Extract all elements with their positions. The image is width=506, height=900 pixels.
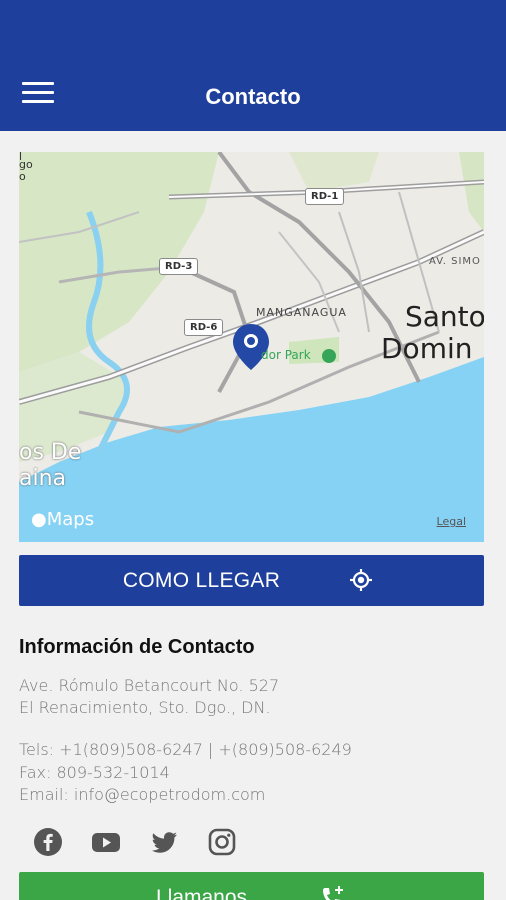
map-label: os De	[19, 440, 82, 465]
phone-numbers[interactable]: Tels: +1(809)508-6247 | +(809)508-6249	[19, 740, 352, 759]
map-label: aina	[19, 466, 67, 491]
map-label: o	[19, 170, 26, 183]
directions-button-label: COMO LLEGAR	[122, 569, 281, 592]
road-shield-rd3: RD-3	[159, 258, 199, 275]
call-button[interactable]: Llamanos	[19, 872, 484, 900]
app-bar: Contacto	[0, 0, 506, 131]
road-shield-rd6: RD-6	[184, 319, 224, 336]
apple-logo-icon: ●	[31, 509, 47, 530]
contact-info-title: Información de Contacto	[19, 636, 255, 658]
address-line-1: Ave. Rómulo Betancourt No. 527	[19, 676, 280, 695]
page-title: Contacto	[205, 84, 301, 109]
map-label: AV. SIMO	[429, 256, 481, 267]
fax-number: Fax: 809-532-1014	[19, 763, 170, 782]
instagram-icon[interactable]	[207, 827, 237, 857]
road-shield-rd1: RD-1	[305, 188, 345, 205]
twitter-icon[interactable]	[149, 827, 179, 857]
map-label: Domin	[381, 332, 473, 365]
maps-brand: ●Maps	[31, 509, 95, 530]
directions-button[interactable]: COMO LLEGAR	[19, 555, 484, 606]
facebook-icon[interactable]	[33, 827, 63, 857]
map-pin-icon	[233, 324, 269, 370]
map-label: MANGANAGUA	[256, 306, 347, 319]
address-line-2: El Renacimiento, Sto. Dgo., DN.	[19, 698, 271, 717]
map-label: dor Park	[261, 348, 311, 362]
email-address[interactable]: Email: info@ecopetrodom.com	[19, 785, 265, 804]
youtube-icon[interactable]	[91, 827, 121, 857]
location-target-icon	[350, 569, 372, 591]
legal-link[interactable]: Legal	[437, 515, 466, 528]
phone-add-icon	[323, 886, 343, 900]
map-view[interactable]: l go o RD-1 RD-3 RD-6 AV. SIMO MANGANAGU…	[19, 152, 484, 542]
map-label: Santo	[405, 300, 484, 333]
